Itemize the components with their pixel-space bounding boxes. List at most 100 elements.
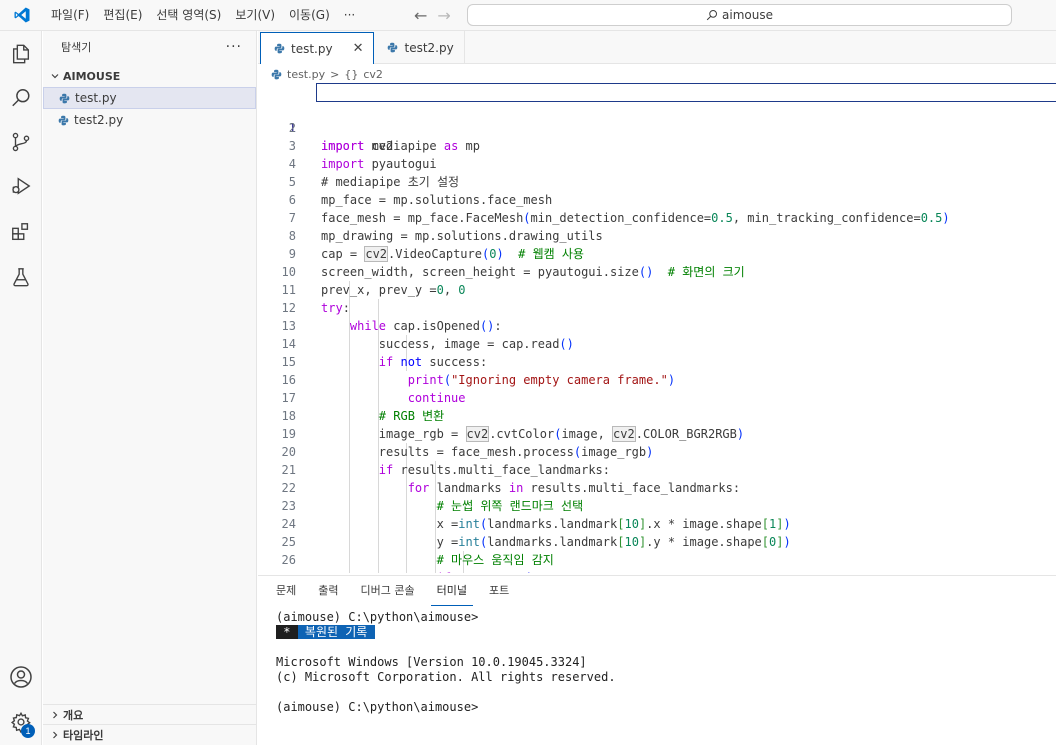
code-line: 3 import pyautogui	[258, 119, 1056, 171]
tab-label: test.py	[291, 41, 333, 56]
file-label: test.py	[75, 91, 117, 105]
source-control-icon[interactable]	[0, 121, 42, 163]
code-line: 6 face_mesh = mp_face.FaceMesh(min_detec…	[258, 173, 1056, 225]
outline-section[interactable]: 개요	[43, 704, 257, 724]
run-debug-icon[interactable]	[0, 165, 42, 207]
code-line: 28 diff_y = y - prev_y	[258, 569, 1056, 573]
code-line: 1 import cv2	[258, 83, 1056, 153]
menu-file[interactable]: 파일(F)	[44, 0, 96, 31]
menu-selection[interactable]: 선택 영역(S)	[149, 0, 228, 31]
code-line: 8 cap = cv2.VideoCapture(0) # 웹캠 사용	[258, 209, 1056, 262]
folder-aimouse[interactable]: AIMOUSE	[43, 65, 256, 87]
panel-tabs: 문제 출력 디버그 콘솔 터미널 포트	[258, 576, 1056, 606]
code-line: 5 mp_face = mp.solutions.face_mesh	[258, 155, 1056, 207]
outline-label: 개요	[63, 708, 84, 722]
vscode-logo-icon[interactable]	[0, 0, 44, 31]
tab-ports[interactable]: 포트	[483, 576, 515, 606]
menu-edit[interactable]: 편집(E)	[96, 0, 149, 31]
breadcrumb-file[interactable]: test.py	[287, 68, 325, 81]
code-line: 27 diff_x = x - prev_x	[258, 551, 1056, 573]
close-tab-icon[interactable]: ✕	[353, 41, 364, 56]
code-line: 17 # RGB 변환	[258, 371, 1056, 423]
code-line: 24 y =int(landmarks.landmark[10].y * ima…	[258, 497, 1056, 549]
activity-bar: 1	[0, 31, 42, 745]
testing-flask-icon[interactable]	[0, 256, 42, 298]
code-line: 4 # mediapipe 초기 설정	[258, 137, 1056, 189]
python-file-icon	[386, 42, 398, 54]
search-icon	[706, 10, 718, 21]
explorer-sidebar: 탐색기 ··· AIMOUSE test.py test2.py 개요 타임라인	[43, 31, 257, 745]
code-line: 9 screen_width, screen_height = pyautogu…	[258, 227, 1056, 279]
code-line: 18 image_rgb = cv2.cvtColor(image, cv2.C…	[258, 389, 1056, 442]
nav-arrows: ← →	[414, 0, 451, 31]
code-line: 26 if prev_x and prev_y:	[258, 533, 1056, 573]
code-line: 16 continue	[258, 353, 1056, 405]
code-line: 14 if not success:	[258, 317, 1056, 369]
code-line: 19 results = face_mesh.process(image_rgb…	[258, 407, 1056, 459]
code-line: 15 print("Ignoring empty camera frame.")	[258, 335, 1056, 387]
file-test2-py[interactable]: test2.py	[43, 109, 256, 131]
terminal-copyright: (c) Microsoft Corporation. All rights re…	[276, 670, 616, 684]
code-line: 20 if results.multi_face_landmarks:	[258, 425, 1056, 477]
python-file-icon	[273, 43, 285, 55]
explorer-icon[interactable]	[0, 33, 42, 75]
search-text: aimouse	[722, 8, 773, 22]
current-line-highlight	[316, 83, 1056, 102]
search-view-icon[interactable]	[0, 77, 42, 119]
sidebar-header: 탐색기 ···	[43, 31, 256, 63]
menu-bar: 파일(F) 편집(E) 선택 영역(S) 보기(V) 이동(G) ···	[44, 0, 362, 31]
sidebar-title: 탐색기	[61, 41, 92, 54]
code-line: 23 x =int(landmarks.landmark[10].x * ima…	[258, 479, 1056, 531]
tab-test2-py[interactable]: test2.py	[374, 31, 465, 64]
restored-text: 복원된 기록	[297, 625, 375, 639]
manage-gear-icon[interactable]: 1	[0, 701, 42, 743]
tab-terminal[interactable]: 터미널	[430, 576, 473, 606]
timeline-label: 타임라인	[63, 728, 104, 742]
chevron-down-icon	[47, 71, 63, 81]
restored-star: *	[276, 625, 298, 639]
menu-view[interactable]: 보기(V)	[228, 0, 282, 31]
file-label: test2.py	[74, 113, 124, 127]
forward-arrow-icon[interactable]: →	[437, 6, 450, 25]
symbol-module-icon: {}	[344, 67, 359, 81]
tab-test-py[interactable]: test.py ✕	[260, 32, 375, 64]
code-line: 13 success, image = cap.read()	[258, 299, 1056, 351]
title-bar: 파일(F) 편집(E) 선택 영역(S) 보기(V) 이동(G) ··· ← →…	[0, 0, 1056, 31]
code-line: 25 # 마우스 움직임 감지	[258, 515, 1056, 567]
code-editor[interactable]: 1 import cv2 2 import mediapipe as mp 3 …	[258, 83, 1056, 573]
terminal-restored-history: * 복원된 기록	[276, 625, 375, 640]
code-line: 7 mp_drawing = mp.solutions.drawing_util…	[258, 191, 1056, 243]
breadcrumb-separator: >	[330, 67, 340, 81]
code-line: 2 import mediapipe as mp	[258, 101, 1056, 153]
editor-tabs: test.py ✕ test2.py	[258, 31, 1056, 64]
account-icon[interactable]	[0, 656, 42, 698]
breadcrumb: test.py > {} cv2	[258, 65, 1056, 83]
code-line: 11 try:	[258, 263, 1056, 315]
menu-more[interactable]: ···	[337, 0, 362, 31]
terminal-prompt: (aimouse) C:\python\aimouse>	[276, 610, 479, 624]
python-file-icon	[57, 114, 69, 126]
python-file-icon	[270, 68, 282, 80]
code-line: 12 while cap.isOpened():	[258, 281, 1056, 333]
terminal-prompt[interactable]: (aimouse) C:\python\aimouse>	[276, 700, 478, 715]
code-line: 21 for landmarks in results.multi_face_l…	[258, 443, 1056, 495]
terminal-version: Microsoft Windows [Version 10.0.19045.33…	[276, 655, 587, 669]
bottom-panel: 문제 출력 디버그 콘솔 터미널 포트 (aimouse) C:\python\…	[258, 575, 1056, 745]
folder-name: AIMOUSE	[63, 69, 121, 83]
chevron-right-icon	[47, 710, 63, 720]
more-actions-icon[interactable]: ···	[226, 39, 242, 55]
tab-problems[interactable]: 문제	[270, 576, 302, 606]
tab-debug-console[interactable]: 디버그 콘솔	[355, 576, 421, 606]
code-line: 22 # 눈썹 위쪽 랜드마크 선택	[258, 461, 1056, 513]
extensions-icon[interactable]	[0, 211, 42, 253]
command-center-search[interactable]: aimouse	[467, 4, 1012, 26]
back-arrow-icon[interactable]: ←	[414, 6, 427, 25]
file-test-py[interactable]: test.py	[43, 87, 256, 109]
breadcrumb-symbol[interactable]: cv2	[363, 68, 383, 81]
menu-go[interactable]: 이동(G)	[282, 0, 337, 31]
timeline-section[interactable]: 타임라인	[43, 724, 257, 744]
code-line: 10 prev_x, prev_y =0, 0	[258, 245, 1056, 297]
chevron-right-icon	[47, 730, 63, 740]
tab-output[interactable]: 출력	[312, 576, 344, 606]
python-file-icon	[58, 92, 70, 104]
